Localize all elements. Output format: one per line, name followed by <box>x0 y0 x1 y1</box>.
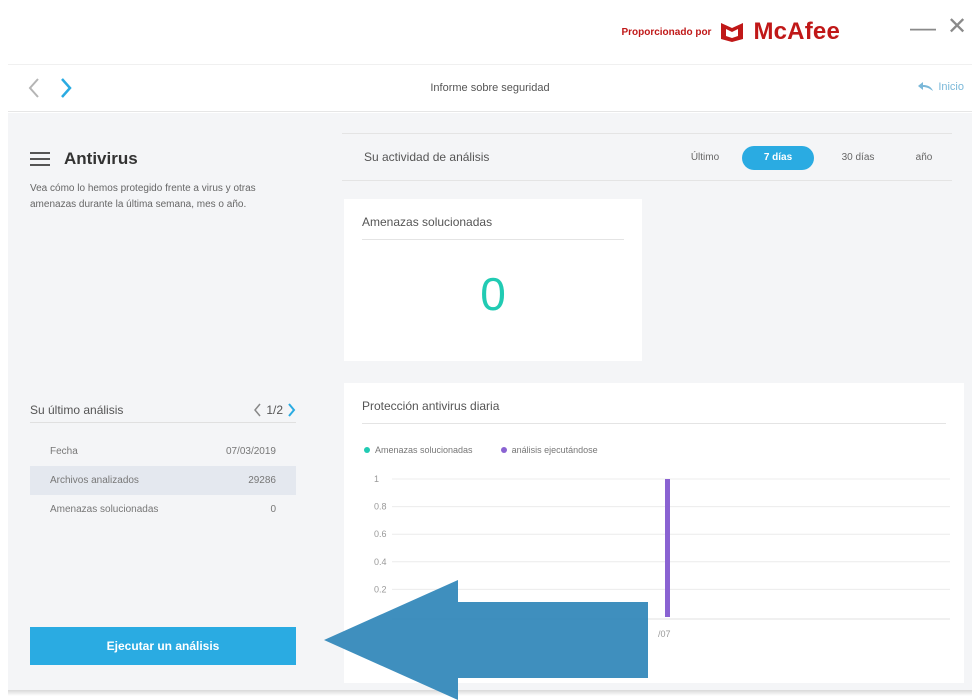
threats-card: Amenazas solucionadas 0 <box>344 199 642 361</box>
section-title: Antivirus <box>64 149 138 168</box>
tab-7-days[interactable]: 7 días <box>742 146 814 170</box>
scan-row-files: Archivos analizados 29286 <box>30 466 296 495</box>
brand: Proporcionado por McAfee <box>621 18 840 46</box>
legend-dot <box>500 447 507 453</box>
last-scan-title: Su último análisis <box>30 402 124 417</box>
powered-by-label: Proporcionado por <box>621 26 712 38</box>
tab-year[interactable]: año <box>896 146 952 170</box>
row-value: 07/03/2019 <box>225 446 276 457</box>
section-description: Vea cómo lo hemos protegido frente a vir… <box>30 183 256 210</box>
close-icon[interactable]: ✕ <box>944 14 970 40</box>
home-label: Inicio <box>938 81 964 93</box>
return-arrow-icon <box>918 82 934 91</box>
pager-prev-icon[interactable] <box>253 403 262 417</box>
threats-count: 0 <box>480 268 506 320</box>
tab-last[interactable]: Último <box>674 146 736 170</box>
antivirus-header: Antivirus <box>30 149 138 169</box>
pointer-arrow-icon <box>324 580 648 700</box>
nav-bar: Informe sobre seguridad Inicio <box>8 64 972 112</box>
legend-item-threats: Amenazas solucionadas <box>364 445 473 455</box>
menu-icon[interactable] <box>30 152 50 166</box>
brand-name: McAfee <box>753 18 840 45</box>
row-label: Amenazas solucionadas <box>50 504 159 515</box>
y-tick-label: 0.6 <box>374 529 387 539</box>
activity-title: Su actividad de análisis <box>364 150 490 164</box>
y-tick-label: 1 <box>374 474 379 484</box>
scan-pager: 1/2 <box>253 403 296 417</box>
y-tick-label: 0.8 <box>374 502 387 512</box>
legend-label: análisis ejecutándose <box>511 445 598 455</box>
row-value: 29286 <box>248 475 276 486</box>
period-tabs: Último 7 días 30 días año <box>674 146 952 170</box>
daily-card-title: Protección antivirus diaria <box>362 399 500 413</box>
legend-dot <box>364 447 370 453</box>
row-label: Archivos analizados <box>50 475 139 486</box>
run-scan-button[interactable]: Ejecutar un análisis <box>30 627 296 665</box>
home-link[interactable]: Inicio <box>918 81 964 93</box>
tab-30-days[interactable]: 30 días <box>820 146 896 170</box>
chart-legend: Amenazas solucionadas análisis ejecutánd… <box>364 445 598 455</box>
row-value: 0 <box>270 504 276 515</box>
pager-next-icon[interactable] <box>287 402 296 417</box>
bar-scans <box>665 479 670 617</box>
pager-label: 1/2 <box>266 402 283 417</box>
scan-row-threats: Amenazas solucionadas 0 <box>30 495 296 524</box>
legend-item-scans: análisis ejecutándose <box>500 445 598 455</box>
mcafee-shield-icon <box>721 23 744 42</box>
scan-row-date: Fecha 07/03/2019 <box>30 437 296 466</box>
minimize-icon[interactable]: — <box>910 14 936 40</box>
divider <box>362 423 946 424</box>
title-bar: Proporcionado por McAfee — ✕ <box>0 0 978 62</box>
row-label: Fecha <box>50 446 78 457</box>
activity-header: Su actividad de análisis Último 7 días 3… <box>342 133 952 181</box>
divider <box>362 239 624 240</box>
y-tick-label: 0.4 <box>374 557 387 567</box>
page-title: Informe sobre seguridad <box>430 82 550 94</box>
last-scan-header: Su último análisis 1/2 <box>30 397 296 423</box>
threats-card-title: Amenazas solucionadas <box>362 215 493 229</box>
legend-label: Amenazas solucionadas <box>375 445 473 455</box>
